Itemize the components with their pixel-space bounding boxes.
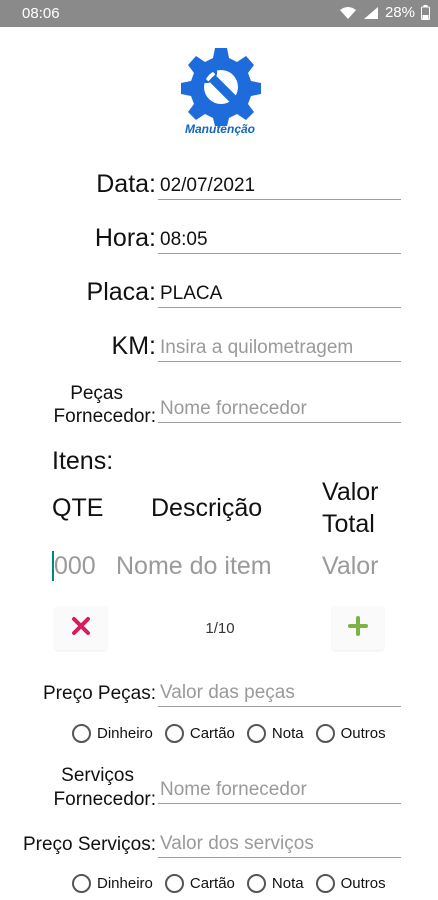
item-qte-input[interactable]: 000 <box>54 552 96 581</box>
pecas-label-line1: Peças <box>70 383 123 404</box>
preco-pecas-label: Preço Peças: <box>43 683 156 704</box>
preco-pecas-field[interactable] <box>158 679 401 707</box>
pecas-fornecedor-field[interactable] <box>158 395 401 423</box>
itens-title: Itens: <box>52 447 114 475</box>
radio-circle-icon <box>246 874 266 893</box>
wifi-icon <box>339 6 357 20</box>
data-field[interactable] <box>158 172 401 200</box>
radio-circle-icon <box>315 874 335 893</box>
logo-title: Manutenção <box>184 122 255 136</box>
servicos-fornecedor-label-line2: Fornecedor: <box>53 789 156 810</box>
radio-circle-icon <box>246 724 266 743</box>
battery-percent: 28% <box>384 4 415 21</box>
fornecedor-label-line2: Fornecedor: <box>53 406 156 427</box>
radio-cartao-pecas[interactable]: Cartão <box>164 724 235 743</box>
radio-circle-icon <box>72 874 91 893</box>
km-label: KM: <box>111 332 156 360</box>
preco-servicos-field[interactable] <box>158 830 401 858</box>
radio-cartao-servicos[interactable]: Cartão <box>164 874 235 893</box>
km-field[interactable] <box>158 334 401 362</box>
status-time: 08:06 <box>22 5 60 22</box>
col-valor-header-line1: Valor <box>322 478 379 506</box>
close-icon <box>71 616 91 641</box>
servicos-fornecedor-field[interactable] <box>158 776 401 804</box>
pagamento-pecas-radio-group: Dinheiro Cartão Nota Outros <box>72 724 386 743</box>
hora-input[interactable] <box>158 226 401 253</box>
preco-servicos-input[interactable] <box>158 830 401 857</box>
col-valor-header-line2: Total <box>322 510 375 538</box>
hora-field[interactable] <box>158 226 401 254</box>
servicos-fornecedor-input[interactable] <box>158 776 401 803</box>
pecas-fornecedor-input[interactable] <box>158 395 401 422</box>
radio-circle-icon <box>164 724 184 743</box>
status-bar: 08:06 28% <box>0 0 438 27</box>
radio-dinheiro-pecas[interactable]: Dinheiro <box>72 724 153 743</box>
remove-item-button[interactable] <box>55 606 107 650</box>
col-qte-header: QTE <box>52 494 104 522</box>
hora-label: Hora: <box>94 224 156 252</box>
placa-label: Placa: <box>86 278 156 306</box>
preco-pecas-input[interactable] <box>158 679 401 706</box>
radio-nota-pecas[interactable]: Nota <box>246 724 304 743</box>
preco-servicos-label: Preço Serviços: <box>22 834 156 855</box>
placa-input[interactable] <box>158 280 401 307</box>
plus-icon <box>348 615 368 641</box>
item-valor-input[interactable]: Valor <box>322 552 379 581</box>
radio-dinheiro-servicos[interactable]: Dinheiro <box>72 874 153 893</box>
signal-icon <box>363 6 379 20</box>
radio-circle-icon <box>72 724 91 743</box>
radio-outros-servicos[interactable]: Outros <box>315 874 386 893</box>
item-nome-input[interactable]: Nome do item <box>116 552 272 581</box>
col-descricao-header: Descrição <box>151 494 263 522</box>
data-label: Data: <box>96 170 156 198</box>
radio-nota-servicos[interactable]: Nota <box>246 874 304 893</box>
pagamento-servicos-radio-group: Dinheiro Cartão Nota Outros <box>72 874 386 893</box>
radio-outros-pecas[interactable]: Outros <box>315 724 386 743</box>
items-pager: 1/10 <box>205 620 235 637</box>
data-input[interactable] <box>158 172 401 199</box>
battery-icon <box>421 5 430 20</box>
placa-field[interactable] <box>158 280 401 308</box>
km-input[interactable] <box>158 334 401 361</box>
servicos-label-line1: Serviços <box>61 765 134 786</box>
add-item-button[interactable] <box>332 606 384 650</box>
radio-circle-icon <box>164 874 184 893</box>
radio-circle-icon <box>315 724 335 743</box>
